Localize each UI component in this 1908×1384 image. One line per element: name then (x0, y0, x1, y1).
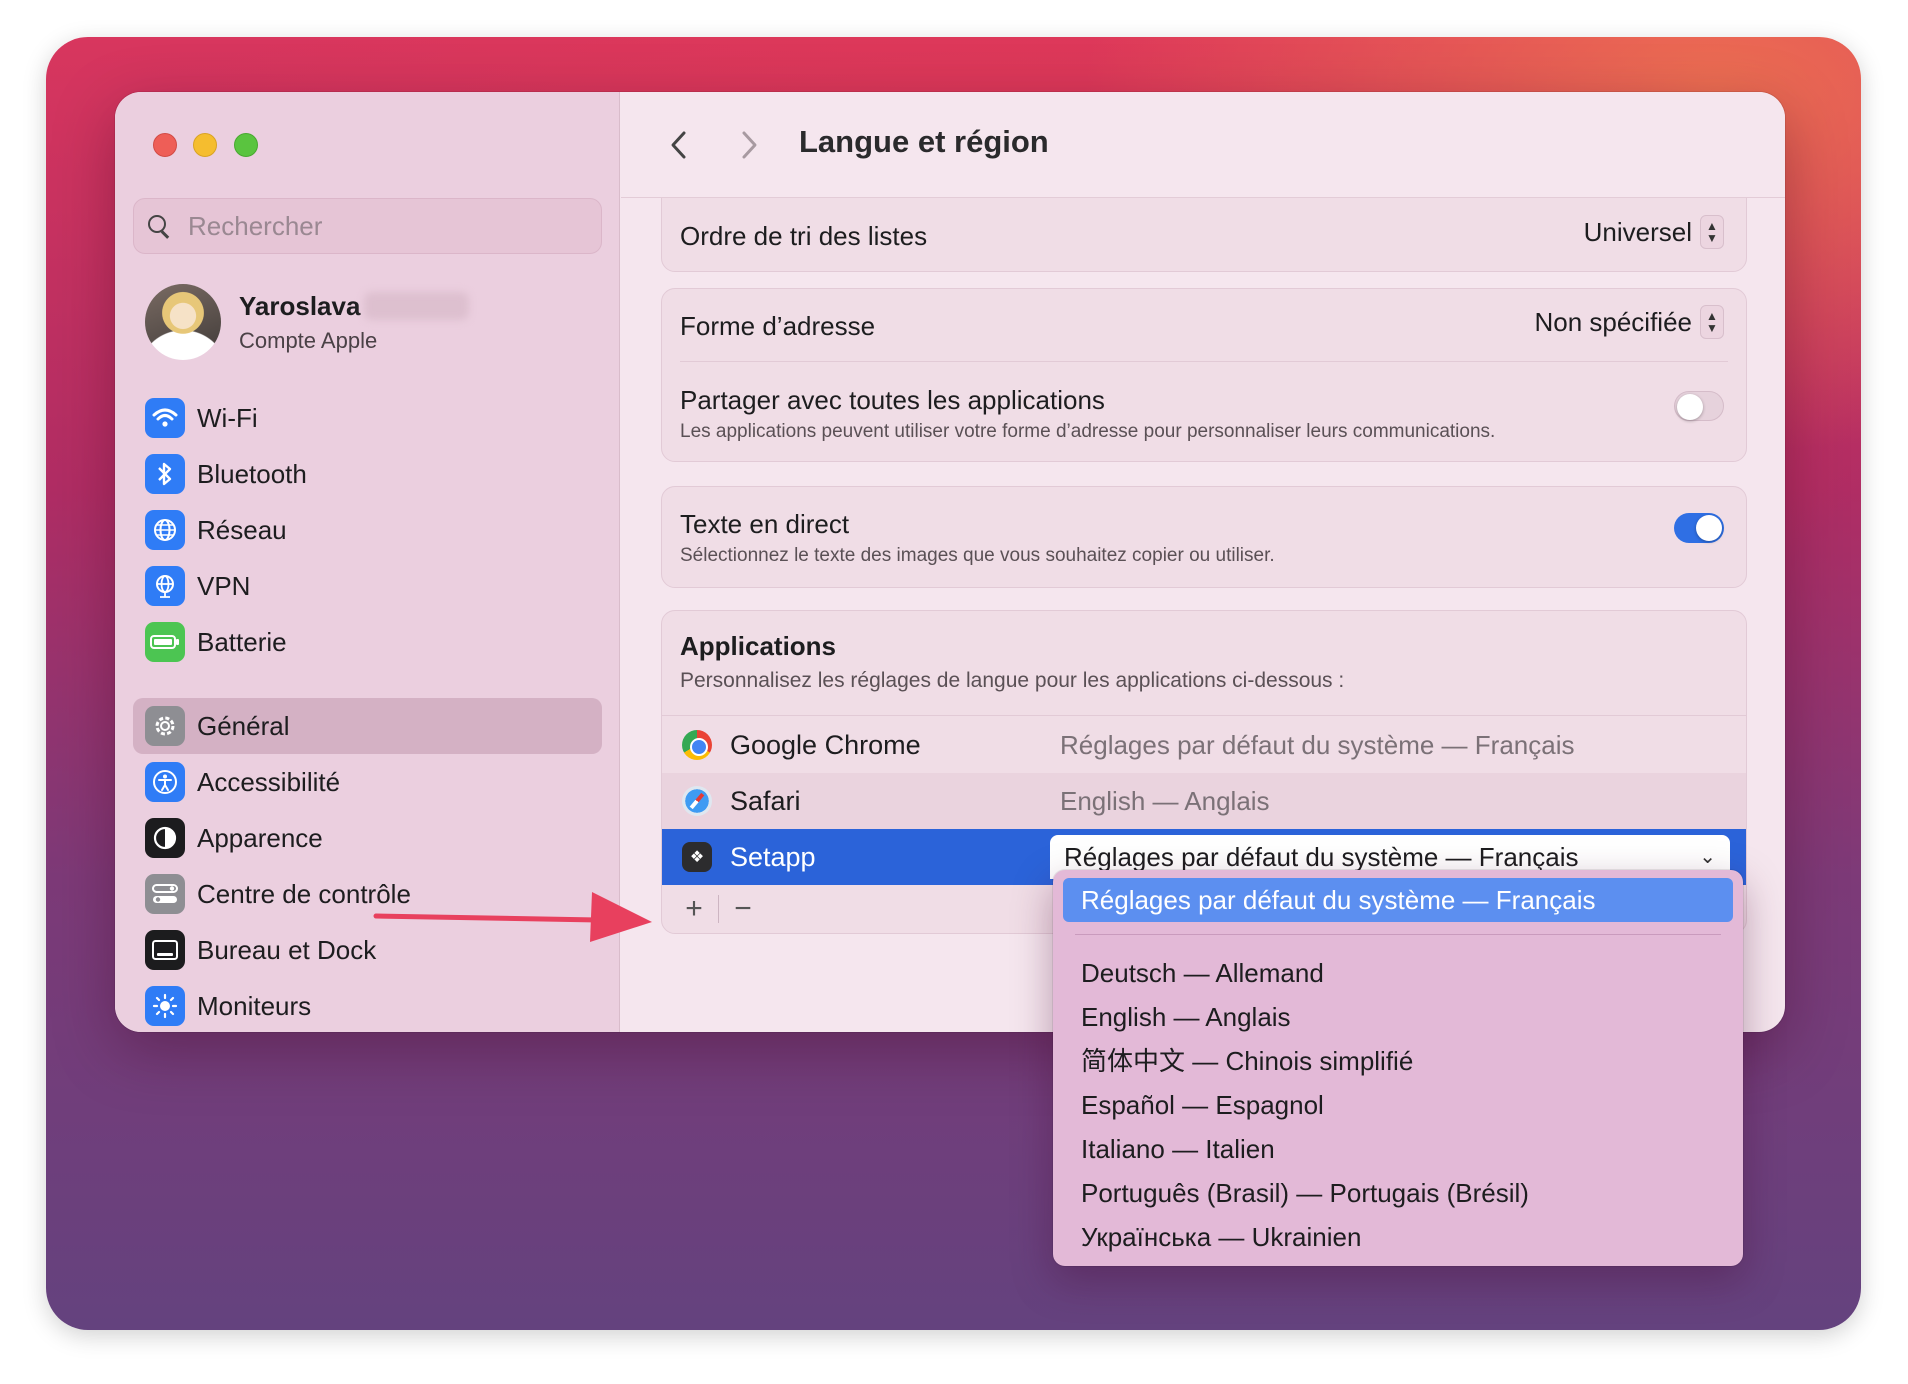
sidebar-item-label: Bluetooth (197, 459, 307, 489)
gear-icon (145, 706, 185, 746)
vpn-globe-icon (145, 566, 185, 606)
menu-item-system-default[interactable]: Réglages par défaut du système — Françai… (1063, 878, 1733, 922)
live-text-description: Sélectionnez le texte des images que vou… (680, 545, 1275, 566)
sort-order-value: Universel (1583, 216, 1692, 247)
safari-compass-icon (682, 786, 712, 816)
chrome-icon (682, 730, 712, 760)
search-field[interactable] (133, 198, 602, 254)
globe-icon (145, 510, 185, 550)
toggle-knob (1677, 394, 1703, 420)
table-row[interactable]: Safari English — Anglais (662, 773, 1746, 829)
live-text-label: Texte en direct (680, 509, 850, 539)
address-form-value: Non spécifiée (1534, 306, 1692, 337)
menu-item-english[interactable]: English — Anglais (1063, 995, 1733, 1039)
control-center-icon (145, 874, 185, 914)
apple-account-profile[interactable]: Yaroslava Compte Apple (145, 282, 470, 362)
sidebar-item-label: Batterie (197, 627, 287, 657)
chevron-left-icon (671, 131, 686, 159)
sidebar-item-battery[interactable]: Batterie (133, 614, 602, 670)
menu-item-spanish[interactable]: Español — Espagnol (1063, 1083, 1733, 1127)
app-language: English — Anglais (1060, 785, 1270, 816)
divider (662, 715, 1746, 716)
sidebar-group-network: Wi-Fi Bluetooth Réseau VPN Batterie (133, 390, 602, 670)
sidebar-item-displays[interactable]: Moniteurs (133, 978, 602, 1032)
battery-icon (145, 622, 185, 662)
menu-item-ukrainian[interactable]: Українська — Ukrainien (1063, 1215, 1733, 1259)
sidebar-item-label: Apparence (197, 823, 323, 853)
sidebar-item-general[interactable]: Général (133, 698, 602, 754)
close-window-button[interactable] (153, 133, 177, 157)
wifi-icon (145, 398, 185, 438)
address-form-group: Forme d’adresse Non spécifiée ▲ ▼ Partage… (661, 288, 1747, 462)
sidebar-item-vpn[interactable]: VPN (133, 558, 602, 614)
sidebar-item-appearance[interactable]: Apparence (133, 810, 602, 866)
sidebar-item-network[interactable]: Réseau (133, 502, 602, 558)
share-all-description: Les applications peuvent utiliser votre … (680, 421, 1496, 442)
sidebar-item-label: Accessibilité (197, 767, 341, 797)
toggle-knob (1696, 515, 1722, 541)
setapp-icon: ❖ (682, 842, 712, 872)
search-icon (148, 215, 170, 237)
divider (718, 895, 719, 923)
menu-item-portuguese-brazil[interactable]: Português (Brasil) — Portugais (Brésil) (1063, 1171, 1733, 1215)
minimize-window-button[interactable] (193, 133, 217, 157)
back-button[interactable] (659, 120, 699, 170)
live-text-toggle[interactable] (1674, 513, 1724, 543)
profile-name: Yaroslava (239, 290, 361, 321)
live-text-group: Texte en direct Sélectionnez le texte de… (661, 486, 1747, 588)
profile-subtitle: Compte Apple (239, 327, 378, 353)
sidebar-group-system: Général Accessibilité Apparence Centre d… (133, 698, 602, 1032)
sidebar-item-accessibility[interactable]: Accessibilité (133, 754, 602, 810)
app-name: Google Chrome (730, 729, 921, 760)
language-dropdown-menu: Réglages par défaut du système — Françai… (1053, 870, 1743, 1266)
page-title: Langue et région (799, 124, 1049, 159)
remove-app-button[interactable]: − (723, 892, 763, 926)
menu-separator (1075, 934, 1721, 935)
profile-name-line: Yaroslava (239, 290, 470, 322)
sidebar-item-label: Moniteurs (197, 991, 312, 1021)
app-name: Setapp (730, 841, 816, 872)
menu-item-german[interactable]: Deutsch — Allemand (1063, 951, 1733, 995)
updown-chevron-icon: ▲ ▼ (1700, 305, 1724, 339)
display-icon (145, 986, 185, 1026)
address-form-label: Forme d’adresse (680, 311, 876, 341)
sort-order-label: Ordre de tri des listes (680, 221, 928, 251)
sidebar-item-bluetooth[interactable]: Bluetooth (133, 446, 602, 502)
updown-chevron-icon: ▲ ▼ (1700, 215, 1724, 249)
sidebar-item-wifi[interactable]: Wi-Fi (133, 390, 602, 446)
dock-icon (145, 930, 185, 970)
divider (680, 361, 1728, 362)
bluetooth-icon (145, 454, 185, 494)
table-row[interactable]: Google Chrome Réglages par défaut du sys… (662, 717, 1746, 773)
sort-order-group: Ordre de tri des listes Universel ▲ ▼ (661, 198, 1747, 272)
sidebar-item-label: Réseau (197, 515, 287, 545)
app-name: Safari (730, 785, 801, 816)
applications-title: Applications (680, 631, 837, 661)
toolbar: Langue et région (621, 92, 1785, 198)
app-language: Réglages par défaut du système — Françai… (1060, 729, 1575, 760)
appearance-icon (145, 818, 185, 858)
forward-button[interactable] (729, 120, 769, 170)
redacted-surname (364, 291, 470, 320)
avatar (145, 284, 221, 360)
sidebar-item-label: VPN (197, 571, 251, 601)
address-form-popup[interactable]: Non spécifiée ▲ ▼ (1534, 305, 1724, 339)
menu-item-chinese-simplified[interactable]: 简体中文 — Chinois simplifié (1063, 1039, 1733, 1083)
language-select-value: Réglages par défaut du système — Françai… (1064, 842, 1579, 872)
sidebar-item-label: Wi-Fi (197, 403, 258, 433)
add-app-button[interactable]: + (674, 892, 714, 926)
applications-description: Personnalisez les réglages de langue pou… (680, 669, 1345, 692)
sidebar-item-label: Bureau et Dock (197, 935, 377, 965)
sort-order-popup[interactable]: Universel ▲ ▼ (1584, 215, 1724, 249)
menu-item-italian[interactable]: Italiano — Italien (1063, 1127, 1733, 1171)
annotation-arrow-icon (373, 892, 652, 942)
accessibility-icon (145, 762, 185, 802)
chevron-right-icon (742, 131, 757, 159)
zoom-window-button[interactable] (234, 133, 258, 157)
share-all-toggle[interactable] (1674, 391, 1724, 421)
search-input[interactable] (188, 210, 568, 242)
sidebar-item-label: Général (197, 711, 290, 741)
share-all-label: Partager avec toutes les applications (680, 385, 1105, 415)
